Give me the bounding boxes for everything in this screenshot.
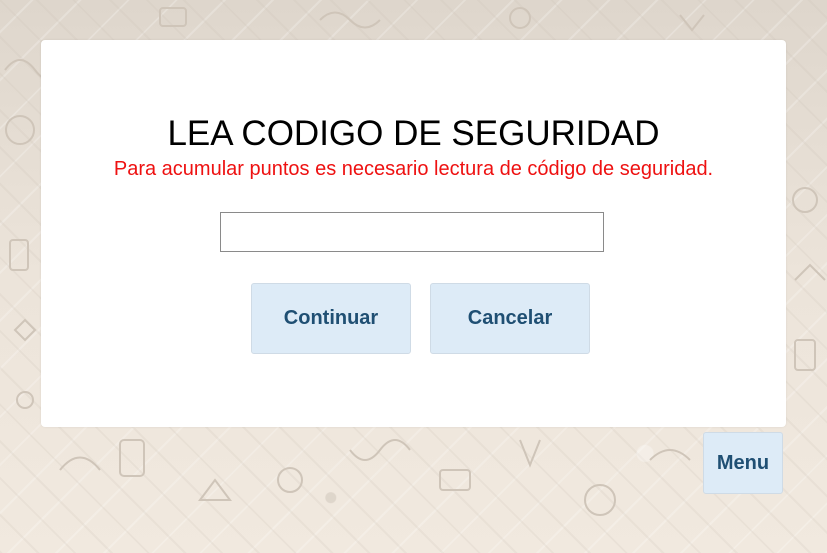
cancel-button[interactable]: Cancelar — [430, 283, 590, 354]
dialog-title: LEA CODIGO DE SEGURIDAD — [167, 114, 660, 153]
dialog-message: Para acumular puntos es necesario lectur… — [113, 158, 714, 180]
security-code-input[interactable] — [220, 212, 604, 252]
continue-button[interactable]: Continuar — [251, 283, 411, 354]
menu-button[interactable]: Menu — [703, 432, 783, 494]
security-code-dialog: LEA CODIGO DE SEGURIDAD Para acumular pu… — [41, 40, 786, 427]
